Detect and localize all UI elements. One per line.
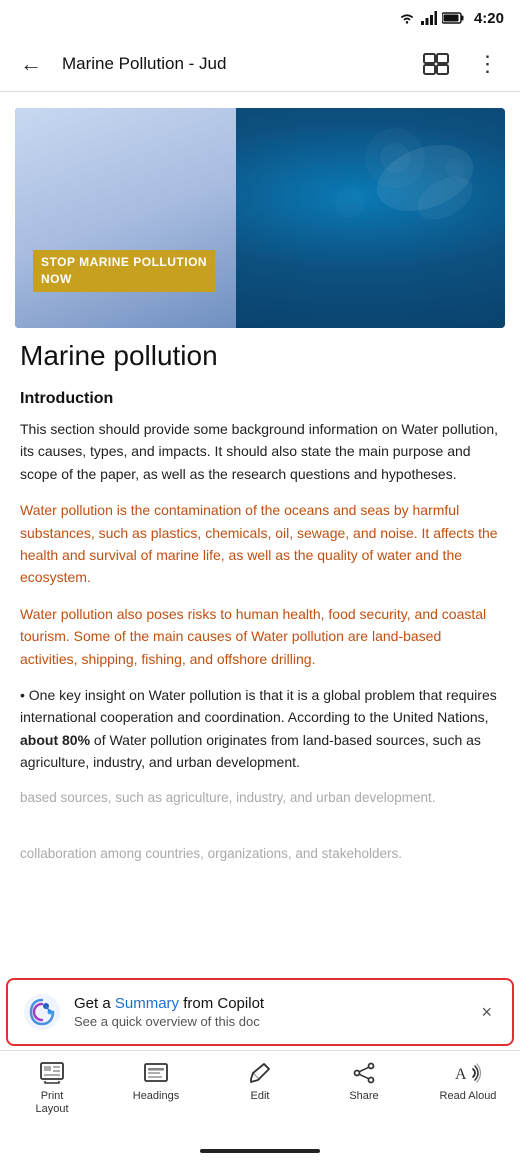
document-title: Marine Pollution - Jud xyxy=(62,54,404,74)
share-icon xyxy=(352,1061,376,1085)
svg-text:A: A xyxy=(455,1066,467,1083)
home-indicator xyxy=(0,1140,520,1162)
home-bar xyxy=(200,1149,320,1153)
hero-overlay-text: STOP MARINE POLLUTION NOW xyxy=(33,250,215,292)
nav-item-headings[interactable]: Headings xyxy=(116,1061,196,1103)
intro-paragraph-4: • One key insight on Water pollution is … xyxy=(20,684,500,774)
nav-item-share[interactable]: Share xyxy=(324,1061,404,1103)
copilot-line1: Get a Summary from Copilot xyxy=(74,995,463,1012)
content-area[interactable]: STOP MARINE POLLUTION NOW Marine polluti… xyxy=(0,92,520,1050)
intro-paragraph-5: collaboration among countries, organizat… xyxy=(20,843,500,865)
wifi-icon xyxy=(398,11,416,25)
headings-icon xyxy=(143,1061,169,1085)
introduction-heading: Introduction xyxy=(20,390,500,408)
copilot-line2: See a quick overview of this doc xyxy=(74,1014,463,1029)
copilot-summary-link[interactable]: Summary xyxy=(115,995,179,1012)
hero-image: STOP MARINE POLLUTION NOW xyxy=(15,108,505,328)
spacer xyxy=(20,823,500,843)
more-options-button[interactable]: ⋮ xyxy=(468,44,508,84)
print-layout-icon xyxy=(39,1061,65,1085)
copilot-close-button[interactable]: × xyxy=(477,998,496,1027)
document-main-title: Marine pollution xyxy=(20,340,500,372)
layout-toggle-icon xyxy=(423,53,449,75)
read-aloud-label: Read Aloud xyxy=(440,1090,497,1103)
status-icons xyxy=(398,11,464,25)
nav-item-print-layout[interactable]: PrintLayout xyxy=(12,1061,92,1116)
phone-shell: 4:20 ← Marine Pollution - Jud ⋮ xyxy=(0,0,520,1162)
bottom-nav: PrintLayout Headings Edit xyxy=(0,1050,520,1140)
edit-icon xyxy=(248,1061,272,1085)
marine-deco-svg xyxy=(335,118,495,268)
nav-item-read-aloud[interactable]: A Read Aloud xyxy=(428,1061,508,1103)
document-body: Marine pollution Introduction This secti… xyxy=(0,340,520,979)
intro-paragraph-3: Water pollution also poses risks to huma… xyxy=(20,603,500,670)
intro-paragraph-1: This section should provide some backgro… xyxy=(20,418,500,485)
battery-icon xyxy=(442,12,464,24)
copilot-text: Get a Summary from Copilot See a quick o… xyxy=(74,995,463,1029)
layout-icon-button[interactable] xyxy=(416,44,456,84)
intro-paragraph-2: Water pollution is the contamination of … xyxy=(20,499,500,589)
headings-label: Headings xyxy=(133,1090,179,1103)
status-bar: 4:20 xyxy=(0,0,520,36)
print-layout-label: PrintLayout xyxy=(35,1090,68,1116)
nav-item-edit[interactable]: Edit xyxy=(220,1061,300,1103)
edit-label: Edit xyxy=(251,1090,270,1103)
read-aloud-icon: A xyxy=(454,1061,482,1085)
bold-text: about 80% xyxy=(20,732,90,748)
share-label: Share xyxy=(349,1090,378,1103)
copilot-logo xyxy=(24,994,60,1030)
top-nav: ← Marine Pollution - Jud ⋮ xyxy=(0,36,520,92)
back-button[interactable]: ← xyxy=(12,47,50,81)
hero-left-panel xyxy=(15,108,236,328)
copilot-banner[interactable]: Get a Summary from Copilot See a quick o… xyxy=(6,978,514,1046)
intro-paragraph-faded: based sources, such as agriculture, indu… xyxy=(20,787,500,809)
signal-icon xyxy=(421,11,437,25)
more-icon: ⋮ xyxy=(477,51,500,77)
time-display: 4:20 xyxy=(474,10,504,27)
